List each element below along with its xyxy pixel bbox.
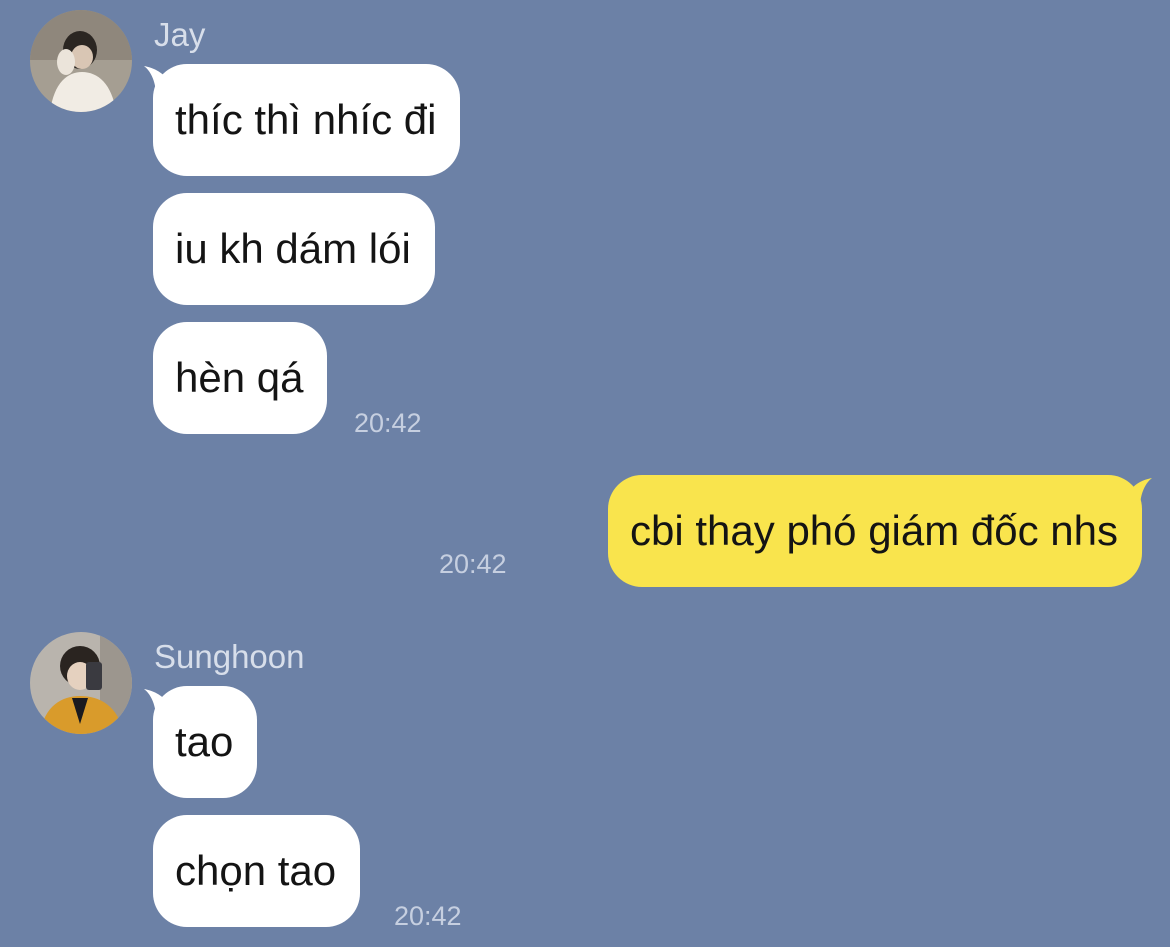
message-bubble[interactable]: hèn qá (153, 322, 328, 434)
bubble-tail (1126, 478, 1152, 508)
avatar-jay[interactable] (30, 10, 132, 112)
message-timestamp: 20:42 (394, 901, 462, 931)
sender-name: Jay (154, 16, 206, 53)
message-bubble[interactable]: thíc thì nhíc đi (153, 64, 461, 176)
sender-name: Sunghoon (154, 638, 305, 675)
profile-photo-icon (30, 10, 132, 112)
message-bubble[interactable]: iu kh dám lói (153, 193, 435, 305)
message-bubble[interactable]: chọn tao (153, 815, 361, 927)
message-bubble-outgoing[interactable]: cbi thay phó giám đốc nhs (608, 475, 1142, 587)
avatar-sunghoon[interactable] (30, 632, 132, 734)
message-timestamp: 20:42 (354, 408, 422, 438)
message-timestamp: 20:42 (439, 549, 507, 579)
message-bubble[interactable]: tao (153, 686, 258, 798)
profile-photo-icon (30, 632, 132, 734)
